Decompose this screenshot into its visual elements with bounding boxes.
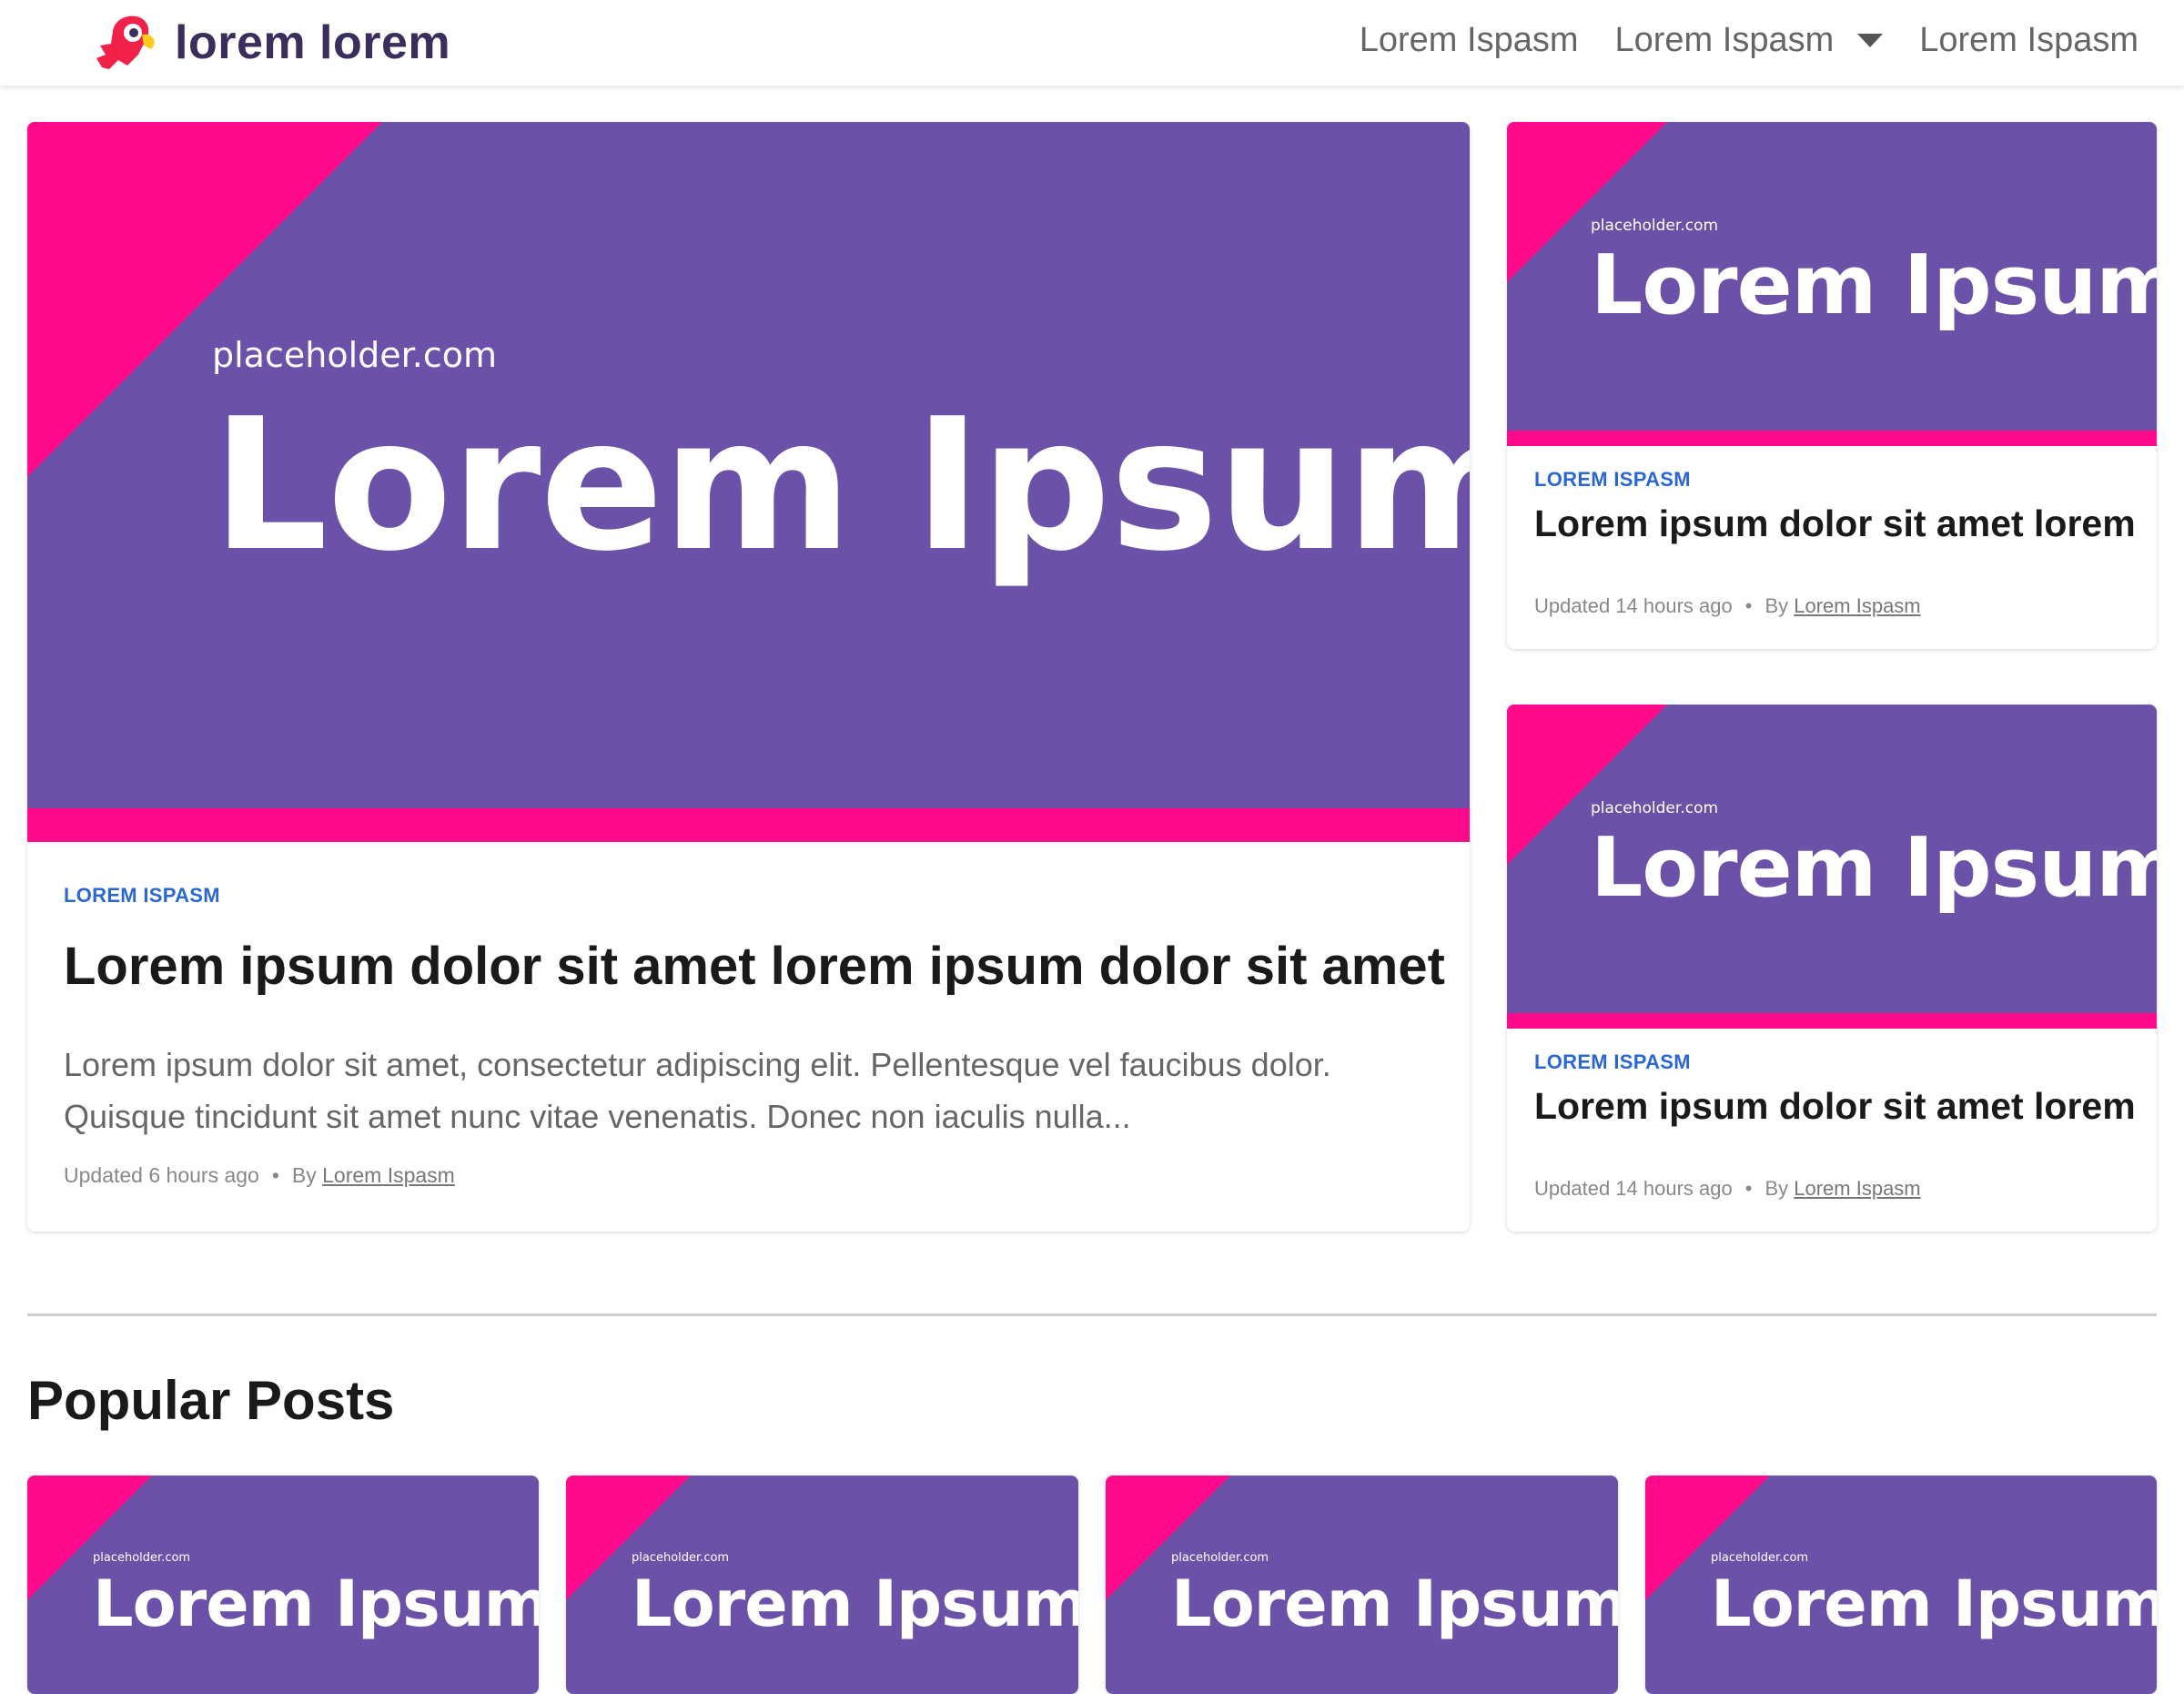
nav-item-1[interactable]: Lorem Ispasm: [1360, 21, 1579, 60]
post-category[interactable]: LOREM ISPASM: [64, 884, 220, 908]
thumbnail-title-text: Lorem Ipsum: [212, 380, 1470, 592]
nav-item-label: Lorem Ispasm: [1614, 20, 1835, 59]
parrot-logo-icon: [96, 15, 155, 69]
section-divider: [27, 1314, 2157, 1316]
side-post-thumbnail[interactable]: placeholder.com Lorem Ipsum: [1507, 705, 2157, 1029]
thumbnail-site-text: placeholder.com: [93, 1551, 191, 1565]
thumbnail-title-text: Lorem Ipsum: [1711, 1567, 2157, 1641]
post-title[interactable]: Lorem ipsum dolor sit amet lorem ipsum d…: [64, 936, 1445, 997]
nav-item-3[interactable]: Lorem Ispasm: [1919, 21, 2138, 60]
author-link[interactable]: Lorem Ispasm: [1794, 594, 1920, 617]
post-title[interactable]: Lorem ipsum dolor sit amet lorem: [1534, 1085, 2136, 1128]
popular-post-card[interactable]: placeholder.com Lorem Ipsum: [27, 1476, 539, 1694]
thumbnail-site-text: placeholder.com: [1711, 1551, 1809, 1565]
nav-item-label: Lorem Ispasm: [1919, 20, 2138, 59]
post-category[interactable]: LOREM ISPASM: [1534, 1050, 1691, 1074]
author-link[interactable]: Lorem Ispasm: [322, 1163, 455, 1187]
site-header: lorem lorem Lorem Ispasm Lorem Ispasm Lo…: [0, 0, 2184, 86]
by-label: By: [291, 1163, 317, 1187]
thumbnail-site-text: placeholder.com: [1591, 799, 1719, 817]
side-post-card[interactable]: placeholder.com Lorem Ipsum LOREM ISPASM…: [1507, 122, 2157, 649]
post-meta: Updated 14 hours ago • By Lorem Ispasm: [1534, 594, 1921, 618]
main-nav: Lorem Ispasm Lorem Ispasm Lorem Ispasm: [1360, 0, 2138, 80]
popular-post-card[interactable]: placeholder.com Lorem Ipsum: [566, 1476, 1078, 1694]
meta-separator: •: [1744, 1177, 1753, 1200]
thumbnail-title-text: Lorem Ipsum: [632, 1567, 1078, 1641]
popular-posts-heading: Popular Posts: [27, 1370, 395, 1431]
thumbnail-site-text: placeholder.com: [632, 1551, 730, 1565]
author-link[interactable]: Lorem Ispasm: [1794, 1177, 1920, 1200]
caret-down-icon: [1857, 33, 1884, 47]
post-title[interactable]: Lorem ipsum dolor sit amet lorem: [1534, 502, 2136, 545]
meta-separator: •: [1744, 594, 1753, 617]
brand-name: lorem lorem: [175, 16, 451, 69]
meta-separator: •: [271, 1163, 279, 1187]
popular-post-thumbnail[interactable]: placeholder.com Lorem Ipsum: [1106, 1476, 1618, 1694]
post-excerpt: Lorem ipsum dolor sit amet, consectetur …: [64, 1046, 1331, 1135]
updated-time: Updated 6 hours ago: [64, 1163, 259, 1187]
thumbnail-title-text: Lorem Ipsum: [1591, 238, 2157, 333]
side-post-thumbnail[interactable]: placeholder.com Lorem Ipsum: [1507, 122, 2157, 446]
thumbnail-site-text: placeholder.com: [212, 335, 497, 375]
post-category[interactable]: LOREM ISPASM: [1534, 468, 1691, 492]
thumbnail-title-text: Lorem Ipsum: [1591, 820, 2157, 916]
updated-time: Updated 14 hours ago: [1534, 1177, 1733, 1200]
nav-item-dropdown[interactable]: Lorem Ispasm: [1615, 21, 1884, 60]
popular-post-card[interactable]: placeholder.com Lorem Ipsum: [1106, 1476, 1618, 1694]
thumbnail-site-text: placeholder.com: [1171, 1551, 1269, 1565]
by-label: By: [1764, 1177, 1789, 1200]
thumbnail-site-text: placeholder.com: [1591, 217, 1719, 235]
side-post-card[interactable]: placeholder.com Lorem Ipsum LOREM ISPASM…: [1507, 705, 2157, 1232]
featured-post-card[interactable]: placeholder.com Lorem Ipsum LOREM ISPASM…: [27, 122, 1470, 1232]
by-label: By: [1764, 594, 1789, 617]
popular-post-thumbnail[interactable]: placeholder.com Lorem Ipsum: [1645, 1476, 2157, 1694]
featured-post-thumbnail[interactable]: placeholder.com Lorem Ipsum: [27, 122, 1470, 842]
thumbnail-title-text: Lorem Ipsum: [93, 1567, 539, 1641]
nav-item-label: Lorem Ispasm: [1359, 20, 1579, 59]
post-meta: Updated 14 hours ago • By Lorem Ispasm: [1534, 1177, 1921, 1201]
popular-post-thumbnail[interactable]: placeholder.com Lorem Ipsum: [566, 1476, 1078, 1694]
thumbnail-title-text: Lorem Ipsum: [1171, 1567, 1618, 1641]
popular-post-card[interactable]: placeholder.com Lorem Ipsum: [1645, 1476, 2157, 1694]
popular-post-thumbnail[interactable]: placeholder.com Lorem Ipsum: [27, 1476, 539, 1694]
updated-time: Updated 14 hours ago: [1534, 594, 1733, 617]
logo-link[interactable]: lorem lorem: [93, 13, 450, 73]
post-meta: Updated 6 hours ago • By Lorem Ispasm: [64, 1163, 455, 1188]
